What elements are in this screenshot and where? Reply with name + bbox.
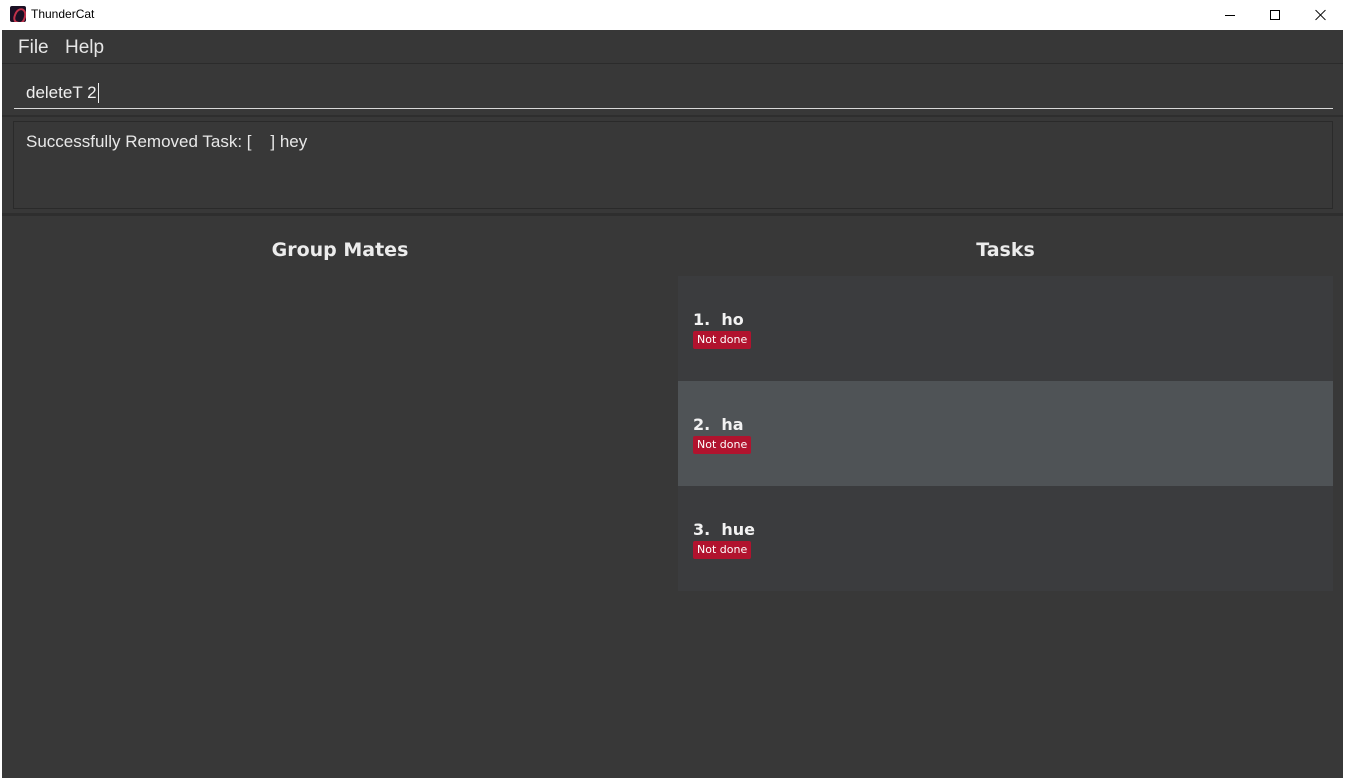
command-area: deleteT 2 (2, 65, 1343, 113)
task-card[interactable]: 3. hue Not done (678, 486, 1333, 591)
divider (2, 115, 1343, 117)
title-bar: ThunderCat (0, 0, 1345, 30)
menu-file[interactable]: File (18, 37, 49, 59)
minimize-button[interactable] (1207, 0, 1253, 30)
command-input-text: deleteT 2 (26, 82, 97, 102)
menu-help[interactable]: Help (65, 37, 104, 59)
task-list[interactable]: 1. ho Not done 2. ha Not done 3. hue Not… (678, 276, 1333, 591)
app-logo-icon (10, 6, 26, 22)
app-window: File Help deleteT 2 Successfully Removed… (2, 30, 1343, 778)
task-name: 3. hue (693, 520, 755, 539)
maximize-button[interactable] (1252, 0, 1298, 30)
maximize-icon (1270, 10, 1280, 20)
menu-bar: File Help (2, 30, 1343, 64)
window-title: ThunderCat (31, 7, 95, 21)
status-badge: Not done (693, 541, 752, 559)
group-mates-title: Group Mates (271, 239, 409, 261)
status-badge: Not done (693, 436, 752, 454)
close-button[interactable] (1298, 0, 1344, 30)
task-card[interactable]: 1. ho Not done (678, 276, 1333, 381)
task-card[interactable]: 2. ha Not done (678, 381, 1333, 486)
close-icon (1315, 9, 1327, 21)
task-name: 1. ho (693, 310, 744, 329)
result-message: Successfully Removed Task: [ ] hey (26, 132, 308, 151)
divider (2, 213, 1343, 216)
task-name: 2. ha (693, 415, 744, 434)
tasks-title: Tasks (976, 239, 1035, 261)
command-input[interactable]: deleteT 2 (14, 77, 1333, 109)
result-display[interactable]: Successfully Removed Task: [ ] hey (13, 121, 1333, 209)
text-caret (97, 82, 99, 103)
status-badge: Not done (693, 331, 752, 349)
minimize-icon (1225, 14, 1235, 16)
